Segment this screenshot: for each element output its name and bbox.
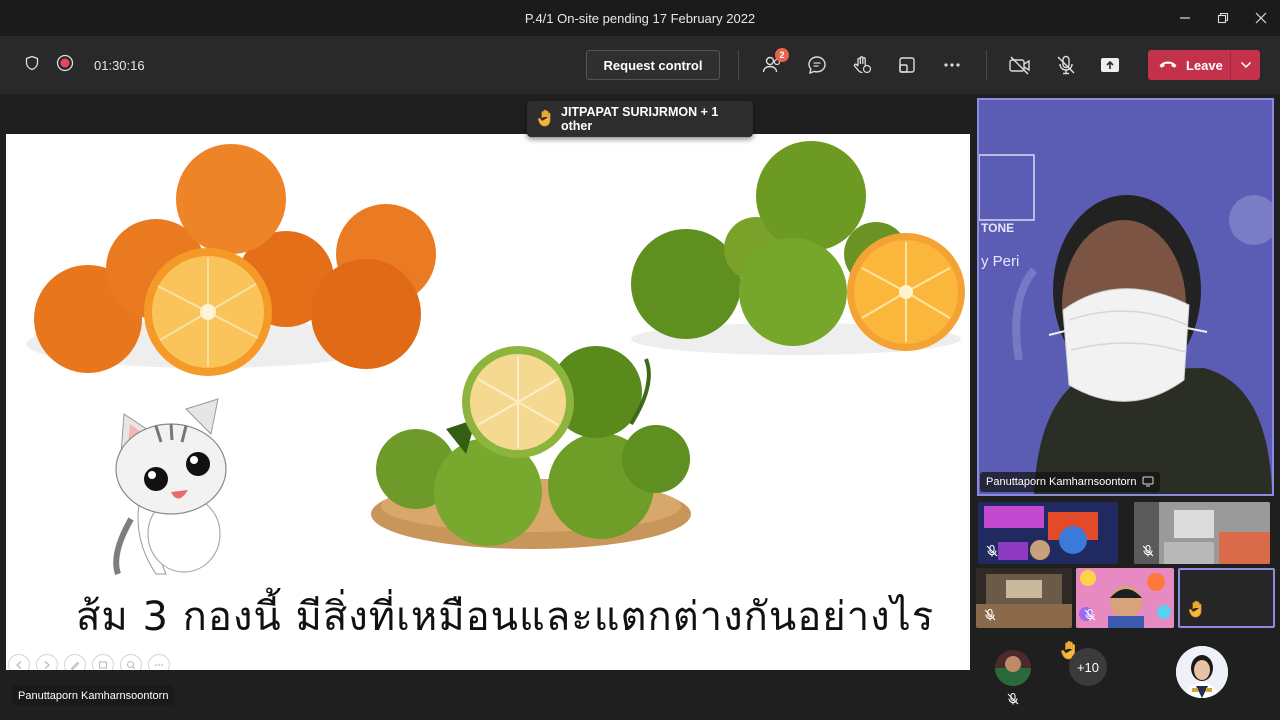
basket-pile-illustration [371,346,691,549]
shared-content-stage: ส้ม 3 กองนี้ มีสิ่งที่เหมือนและแตกต่างกั… [0,94,975,720]
mic-off-icon [984,543,1000,559]
zoom-icon[interactable] [120,654,142,670]
shield-icon[interactable] [24,55,40,76]
meeting-timer: 01:30:16 [94,57,145,73]
raised-hand-icon [537,109,553,130]
toolbar-divider [986,50,987,80]
participants-icon[interactable]: 2 [759,48,789,78]
reactions-icon[interactable] [849,52,875,78]
presenter-name-tag: Panuttaporn Kamharnsoontorn [12,685,175,706]
slide-caption: ส้ม 3 กองนี้ มีสิ่งที่เหมือนและแตกต่างกั… [76,594,935,640]
raised-hand-icon [1188,600,1204,623]
mic-off-icon [1140,543,1156,559]
record-icon[interactable] [56,54,74,77]
toolbar-divider [738,50,739,80]
slide-controls [8,654,170,670]
main-video-name: Panuttaporn Kamharnsoontorn [986,476,1137,488]
video-bg-text: TONE [981,221,1014,235]
participant-thumbnail-hand-raised[interactable] [1178,568,1275,628]
participant-thumbnail[interactable] [1134,502,1270,564]
screen-share-icon [1142,475,1154,490]
participant-avatar[interactable] [1176,646,1228,698]
slide-more-icon[interactable] [148,654,170,670]
pen-icon[interactable] [64,654,86,670]
minimize-icon[interactable] [1166,0,1204,36]
more-participants-badge[interactable]: +10 [1069,648,1107,686]
title-bar: P.4/1 On-site pending 17 February 2022 [0,0,1280,36]
phone-icon [1158,58,1178,73]
main-participant-video[interactable]: TONE y Peri [977,98,1274,496]
green-tangerine-pile-illustration [631,141,965,355]
participant-thumbnail[interactable] [1076,568,1174,628]
participant-thumbnail[interactable] [978,502,1118,564]
chevron-down-icon[interactable] [1231,61,1260,69]
participant-avatar[interactable] [995,650,1031,686]
window-title: P.4/1 On-site pending 17 February 2022 [524,10,756,26]
share-icon[interactable] [1097,52,1123,78]
main-video-name-tag: Panuttaporn Kamharnsoontorn [980,472,1161,492]
chat-icon[interactable] [804,52,830,78]
request-control-button[interactable]: Request control [586,50,720,80]
leave-button[interactable]: Leave [1148,50,1260,80]
next-slide-icon[interactable] [36,654,58,670]
rooms-icon[interactable] [894,52,920,78]
raised-hand-banner[interactable]: JITPAPAT SURIJRMON + 1 other [527,101,753,137]
mic-off-icon [1006,692,1020,711]
close-icon[interactable] [1242,0,1280,36]
cat-cartoon-illustration [113,398,227,575]
meeting-toolbar: 01:30:16 Request control 2 Leave [0,36,1280,94]
slides-icon[interactable] [92,654,114,670]
mic-off-icon[interactable] [1053,52,1079,78]
mic-off-icon [982,607,998,623]
raised-hand-text: JITPAPAT SURIJRMON + 1 other [561,105,719,133]
maximize-icon[interactable] [1204,0,1242,36]
mic-off-icon [1082,607,1098,623]
participant-thumbnail[interactable] [976,568,1072,628]
shared-slide: ส้ม 3 กองนี้ มีสิ่งที่เหมือนและแตกต่างกั… [6,134,970,670]
prev-slide-icon[interactable] [8,654,30,670]
orange-pile-illustration [26,144,436,376]
participant-video-feed: TONE y Peri [979,100,1272,494]
video-bg-text: y Peri [981,253,1019,270]
camera-off-icon[interactable] [1007,52,1033,78]
leave-label: Leave [1186,57,1223,73]
more-icon[interactable] [939,52,965,78]
participants-badge: 2 [775,48,789,62]
